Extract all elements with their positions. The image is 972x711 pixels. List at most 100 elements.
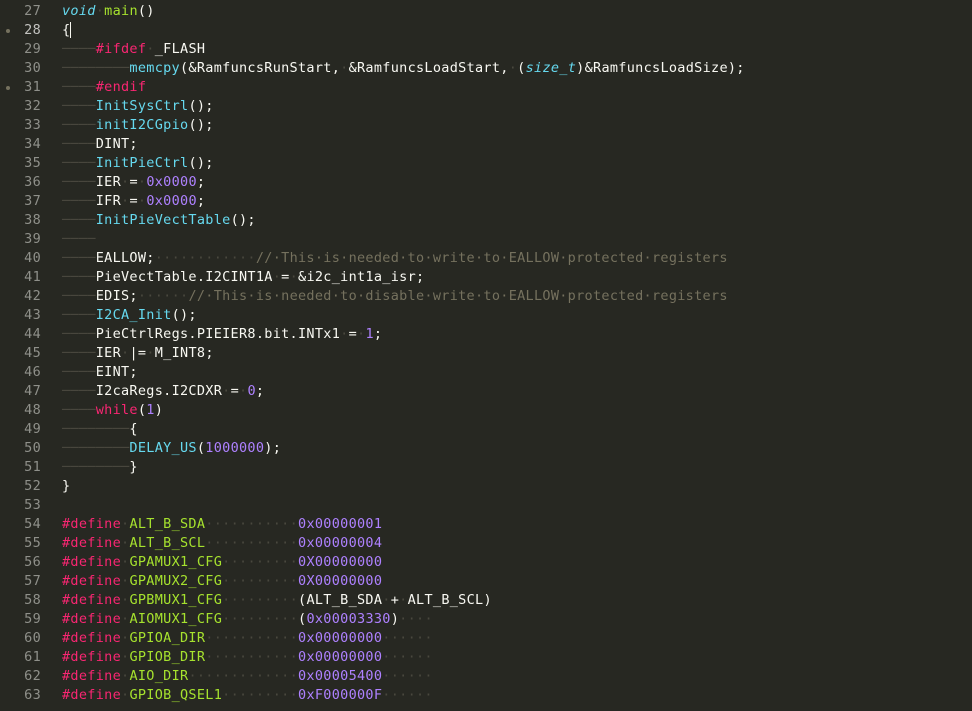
line-code[interactable]: ────EDIS;······//·This·is·needed·to·disa… xyxy=(62,287,728,306)
line-code[interactable]: ────────memcpy(&RamfuncsRunStart,·&Ramfu… xyxy=(62,59,745,78)
line-code[interactable]: #define·GPBMUX1_CFG·········(ALT_B_SDA·+… xyxy=(62,591,492,610)
line-code[interactable]: #define·GPIOB_DIR···········0x00000000··… xyxy=(62,648,433,667)
line-code[interactable]: ────#ifdef·_FLASH xyxy=(62,40,205,59)
code-line[interactable]: 40 ────EALLOW;············//·This·is·need… xyxy=(0,249,972,268)
code-line[interactable]: 52} xyxy=(0,477,972,496)
code-line[interactable]: 41 ────PieVectTable.I2CINT1A·=·&i2c_int1a… xyxy=(0,268,972,287)
line-code[interactable]: ────DINT; xyxy=(62,135,138,154)
gutter-cell[interactable]: 57 xyxy=(0,572,44,591)
gutter-cell[interactable]: 59 xyxy=(0,610,44,629)
line-code[interactable]: ────InitSysCtrl(); xyxy=(62,97,214,116)
line-code[interactable]: #define·ALT_B_SCL···········0x00000004 xyxy=(62,534,382,553)
code-line[interactable]: 56 #define·GPAMUX1_CFG·········0X00000000 xyxy=(0,553,972,572)
code-line[interactable]: 50 ────────DELAY_US(1000000); xyxy=(0,439,972,458)
gutter-cell[interactable]: 50 xyxy=(0,439,44,458)
line-code[interactable]: ────────DELAY_US(1000000); xyxy=(62,439,281,458)
gutter-cell[interactable]: 27 xyxy=(0,2,44,21)
gutter-cell[interactable]: 53 xyxy=(0,496,44,515)
code-line[interactable]: 63 #define·GPIOB_QSEL1·········0xF000000F… xyxy=(0,686,972,705)
gutter-cell[interactable]: 61 xyxy=(0,648,44,667)
code-line[interactable]: 28 { xyxy=(0,21,972,40)
gutter-cell[interactable]: 46 xyxy=(0,363,44,382)
code-line[interactable]: 58 #define · GPBMUX1_CFG·········(ALT_B_SDA… xyxy=(0,591,972,610)
code-line[interactable]: 37 ────IFR·=·0x0000; xyxy=(0,192,972,211)
gutter-cell[interactable]: 44 xyxy=(0,325,44,344)
code-line[interactable]: 33 ────initI2CGpio(); xyxy=(0,116,972,135)
line-code[interactable]: #define·AIOMUX1_CFG·········(0x00003330)… xyxy=(62,610,433,629)
line-code[interactable]: #define·ALT_B_SDA···········0x00000001 xyxy=(62,515,382,534)
code-line[interactable]: 31 ────#endif xyxy=(0,78,972,97)
code-line[interactable]: 43 ────I2CA_Init(); xyxy=(0,306,972,325)
code-line[interactable]: 46 ────EINT; xyxy=(0,363,972,382)
line-code[interactable]: ────IFR·=·0x0000; xyxy=(62,192,205,211)
gutter-cell[interactable]: 43 xyxy=(0,306,44,325)
code-line[interactable]: 47 ────I2caRegs.I2CDXR·=·0; xyxy=(0,382,972,401)
gutter-cell[interactable]: 49 xyxy=(0,420,44,439)
line-code[interactable]: ────initI2CGpio(); xyxy=(62,116,214,135)
code-line[interactable]: 36 ────IER·=·0x0000; xyxy=(0,173,972,192)
line-code[interactable]: ────IER·|=·M_INT8; xyxy=(62,344,214,363)
code-line[interactable]: 48 ────while(1) xyxy=(0,401,972,420)
code-line[interactable]: 57 #define·GPAMUX2_CFG·········0X00000000 xyxy=(0,572,972,591)
gutter-cell[interactable]: 47 xyxy=(0,382,44,401)
line-code[interactable]: ────────} xyxy=(62,458,138,477)
code-line[interactable]: 29 ────#ifdef·_FLASH xyxy=(0,40,972,59)
gutter-cell[interactable]: 31 xyxy=(0,78,44,97)
gutter-cell[interactable]: 55 xyxy=(0,534,44,553)
gutter-cell[interactable]: 37 xyxy=(0,192,44,211)
code-line[interactable]: 54 #define·ALT_B_SDA···········0x00000001 xyxy=(0,515,972,534)
code-line[interactable]: 45 ────IER·|=·M_INT8; xyxy=(0,344,972,363)
gutter-cell[interactable]: 45 xyxy=(0,344,44,363)
code-line[interactable]: 39 ──── xyxy=(0,230,972,249)
code-line[interactable]: 44 ────PieCtrlRegs.PIEIER8.bit.INTx1·=·1; xyxy=(0,325,972,344)
code-line[interactable]: 53 xyxy=(0,496,972,515)
line-code[interactable]: ────while(1) xyxy=(62,401,163,420)
code-line[interactable]: 34 ────DINT; xyxy=(0,135,972,154)
code-line[interactable]: 60 #define·GPIOA_DIR···········0x00000000… xyxy=(0,629,972,648)
line-code[interactable]: #define·GPIOA_DIR···········0x00000000··… xyxy=(62,629,433,648)
line-code[interactable]: #define·GPIOB_QSEL1·········0xF000000F··… xyxy=(62,686,433,705)
code-line[interactable]: 49 ────────{ xyxy=(0,420,972,439)
code-line[interactable]: 42 ────EDIS;······//·This·is·needed·to·di… xyxy=(0,287,972,306)
line-code[interactable]: #define·GPAMUX2_CFG·········0X00000000 xyxy=(62,572,382,591)
gutter-cell[interactable]: 40 xyxy=(0,249,44,268)
gutter-cell[interactable]: 30 xyxy=(0,59,44,78)
gutter-cell[interactable]: 34 xyxy=(0,135,44,154)
code-line[interactable]: 27 void·main() xyxy=(0,2,972,21)
gutter-cell[interactable]: 48 xyxy=(0,401,44,420)
line-code[interactable]: ──── xyxy=(62,230,96,249)
code-line[interactable]: 59 #define·AIOMUX1_CFG·········(0x0000333… xyxy=(0,610,972,629)
gutter-cell[interactable]: 35 xyxy=(0,154,44,173)
line-code[interactable]: ────#endif xyxy=(62,78,146,97)
gutter-cell[interactable]: 36 xyxy=(0,173,44,192)
code-line[interactable]: 32 ────InitSysCtrl(); xyxy=(0,97,972,116)
gutter-cell[interactable]: 54 xyxy=(0,515,44,534)
gutter-cell[interactable]: 42 xyxy=(0,287,44,306)
code-line[interactable]: 55 #define·ALT_B_SCL···········0x00000004 xyxy=(0,534,972,553)
gutter-cell[interactable]: 60 xyxy=(0,629,44,648)
line-code[interactable]: ────PieCtrlRegs.PIEIER8.bit.INTx1·=·1; xyxy=(62,325,382,344)
line-code[interactable]: { xyxy=(62,21,72,40)
gutter-cell[interactable]: 51 xyxy=(0,458,44,477)
line-code[interactable]: #define·GPAMUX1_CFG·········0X00000000 xyxy=(62,553,382,572)
line-code[interactable]: } xyxy=(62,477,70,496)
line-code[interactable]: ────EALLOW;············//·This·is·needed… xyxy=(62,249,728,268)
gutter-cell[interactable]: 33 xyxy=(0,116,44,135)
line-code[interactable]: #define·AIO_DIR·············0x00005400··… xyxy=(62,667,433,686)
code-line[interactable]: 38 ────InitPieVectTable(); xyxy=(0,211,972,230)
gutter-cell[interactable]: 39 xyxy=(0,230,44,249)
gutter-cell[interactable]: 62 xyxy=(0,667,44,686)
code-editor[interactable]: 27 void·main() 28{29 ────#ifdef·_FLASH 30 ───… xyxy=(0,0,972,711)
code-line[interactable]: 35 ────InitPieCtrl(); xyxy=(0,154,972,173)
line-code[interactable]: ────InitPieVectTable(); xyxy=(62,211,256,230)
line-code[interactable]: ────PieVectTable.I2CINT1A·=·&i2c_int1a_i… xyxy=(62,268,424,287)
line-code[interactable]: ────EINT; xyxy=(62,363,138,382)
line-code[interactable]: ────IER·=·0x0000; xyxy=(62,173,205,192)
gutter-cell[interactable]: 56 xyxy=(0,553,44,572)
gutter-cell[interactable]: 58 xyxy=(0,591,44,610)
gutter-cell[interactable]: 29 xyxy=(0,40,44,59)
code-line[interactable]: 30 ────────memcpy(&RamfuncsRunStart,·&Ram… xyxy=(0,59,972,78)
gutter-cell[interactable]: 41 xyxy=(0,268,44,287)
line-code[interactable]: ────I2caRegs.I2CDXR·=·0; xyxy=(62,382,264,401)
line-code[interactable]: ────I2CA_Init(); xyxy=(62,306,197,325)
